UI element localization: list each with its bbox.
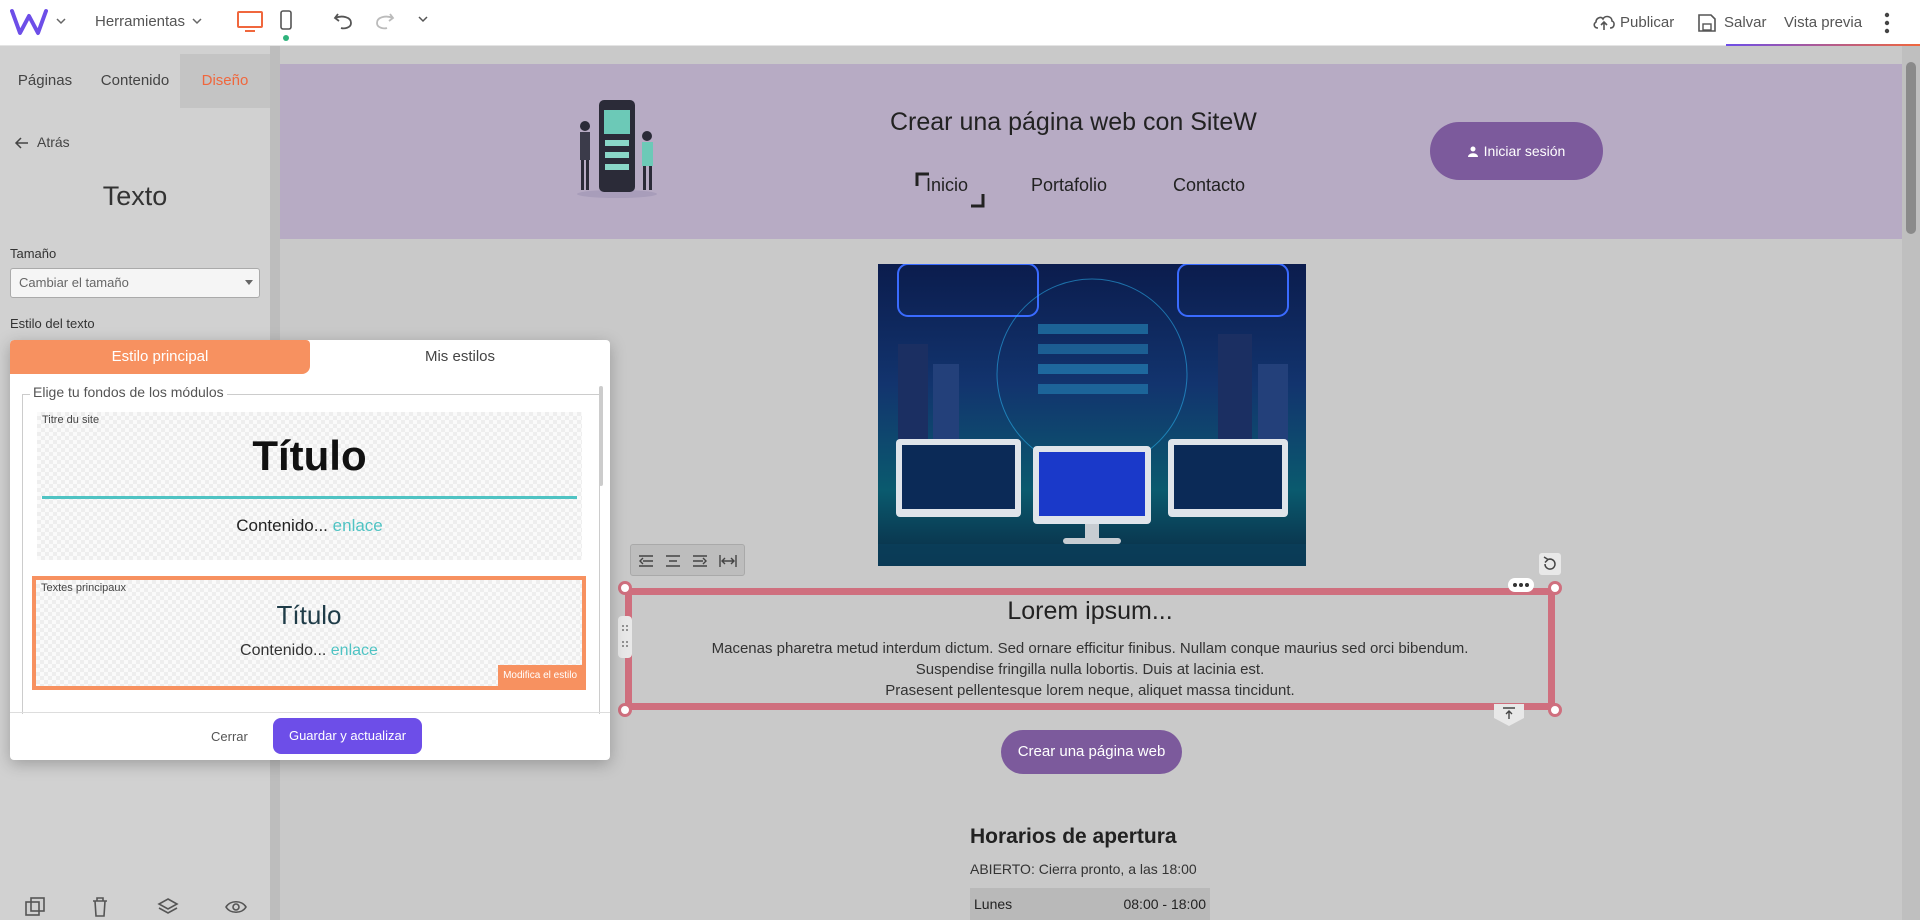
header-illustration-icon	[567, 96, 667, 205]
sitew-logo-icon[interactable]	[10, 8, 48, 36]
tab-content[interactable]: Contenido	[90, 54, 180, 108]
tools-menu-label[interactable]: Herramientas	[95, 13, 185, 30]
preview-button[interactable]: Vista previa	[1784, 14, 1862, 31]
text-line: Macenas pharetra metud interdum dictum. …	[711, 640, 1469, 657]
visibility-eye-icon[interactable]	[224, 898, 248, 916]
publish-cloud-icon[interactable]	[1592, 12, 1616, 32]
select-caret-icon	[245, 280, 253, 285]
layers-icon[interactable]	[157, 896, 179, 918]
progress-accent-line	[1726, 44, 1920, 46]
tab-main-style[interactable]: Estilo principal	[10, 340, 310, 374]
resize-handle-top-left[interactable]	[618, 581, 632, 595]
card-underline	[42, 496, 577, 499]
tab-my-styles[interactable]: Mis estilos	[310, 340, 610, 374]
redo-icon[interactable]	[372, 10, 396, 32]
login-label: Iniciar sesión	[1483, 143, 1566, 159]
nav-portafolio[interactable]: Portafolio	[1031, 175, 1107, 196]
resize-handle-bottom-right[interactable]	[1548, 703, 1562, 717]
tab-pages[interactable]: Páginas	[0, 54, 90, 108]
duplicate-icon[interactable]	[24, 896, 46, 918]
card-content: Contenido...	[236, 516, 328, 535]
desktop-view-icon[interactable]	[236, 10, 264, 34]
back-link[interactable]: Atrás	[37, 134, 70, 150]
text-line: Prasesent pellentesque lorem neque, aliq…	[885, 682, 1295, 699]
resize-handle-bottom-left[interactable]	[618, 703, 632, 717]
logo-menu-chevron-down-icon[interactable]	[55, 16, 67, 26]
tab-design[interactable]: Diseño	[180, 54, 270, 108]
history-chevron-down-icon[interactable]	[417, 14, 429, 24]
site-title[interactable]: Crear una página web con SiteW	[890, 108, 1257, 137]
nav-inicio[interactable]: Inicio	[926, 175, 968, 196]
hours-day: Lunes	[974, 896, 1013, 912]
hours-status: ABIERTO: Cierra pronto, a las 18:00	[970, 861, 1197, 877]
modal-scrollbar-thumb[interactable]	[599, 386, 603, 486]
close-button[interactable]: Cerrar	[211, 729, 248, 744]
card-content: Contenido...	[240, 642, 327, 659]
text-style-label: Estilo del texto	[10, 316, 95, 331]
save-floppy-icon[interactable]	[1697, 13, 1717, 33]
card-title: Título	[252, 432, 367, 479]
nav-contacto[interactable]: Contacto	[1173, 175, 1245, 196]
style-card-main-texts-selected[interactable]: Textes principaux Título Contenido... en…	[32, 576, 586, 690]
text-block-body[interactable]: Macenas pharetra metud interdum dictum. …	[632, 638, 1548, 701]
app-root: Herramientas Publicar Salvar Vista previ…	[0, 0, 1920, 920]
active-view-dot	[283, 35, 289, 41]
mobile-view-icon[interactable]	[279, 9, 293, 33]
user-icon	[1467, 123, 1478, 181]
publish-button[interactable]: Publicar	[1620, 14, 1674, 31]
text-align-toolbar	[630, 544, 745, 576]
panel-title: Texto	[102, 181, 168, 211]
card-title: Título	[276, 600, 342, 630]
size-label: Tamaño	[10, 246, 57, 261]
tools-chevron-down-icon[interactable]	[191, 16, 203, 26]
card-link: enlace	[332, 516, 383, 535]
size-select[interactable]: Cambiar el tamaño	[10, 268, 260, 298]
site-header: Crear una página web con SiteW Inicio Po…	[280, 64, 1902, 239]
hours-title: Horarios de apertura	[970, 825, 1177, 848]
align-right-icon[interactable]	[691, 553, 709, 569]
scrollbar-thumb[interactable]	[1906, 62, 1916, 234]
align-left-icon[interactable]	[637, 553, 655, 569]
hours-time: 08:00 - 18:00	[1123, 896, 1206, 912]
selected-text-block[interactable]: Lorem ipsum... Macenas pharetra metud in…	[625, 588, 1555, 710]
card-content-line: Contenido... enlace	[36, 642, 582, 660]
save-and-update-button[interactable]: Guardar y actualizar	[273, 718, 422, 754]
drag-grip-icon[interactable]	[618, 616, 632, 658]
style-picker-modal: Estilo principal Mis estilos Elige tu fo…	[10, 340, 610, 760]
more-options-kebab-icon[interactable]	[1884, 12, 1890, 34]
resize-handle-top-right[interactable]	[1548, 581, 1562, 595]
cta-create-site-button[interactable]: Crear una página web	[1001, 730, 1182, 774]
canvas-scrollbar[interactable]	[1902, 46, 1920, 920]
justify-stretch-icon[interactable]	[718, 553, 738, 569]
undo-icon[interactable]	[332, 10, 356, 32]
vertical-align-icon[interactable]	[1494, 704, 1524, 726]
align-center-icon[interactable]	[664, 553, 682, 569]
reset-rotate-icon[interactable]	[1539, 553, 1561, 575]
card-content-line: Contenido... enlace	[37, 516, 582, 536]
style-card-site-title[interactable]: Titre du site Título Contenido... enlace	[37, 412, 582, 560]
block-more-options-icon[interactable]	[1508, 578, 1534, 592]
modify-style-button[interactable]: Modifica el estilo	[498, 665, 582, 686]
save-button[interactable]: Salvar	[1724, 14, 1767, 31]
hours-row: Lunes 08:00 - 18:00	[970, 888, 1210, 920]
top-toolbar: Herramientas Publicar Salvar Vista previ…	[0, 0, 1920, 46]
back-arrow-icon[interactable]	[14, 136, 30, 150]
hero-city-computers-image[interactable]	[878, 264, 1306, 566]
card-label: Textes principaux	[41, 582, 126, 594]
text-block-heading[interactable]: Lorem ipsum...	[632, 597, 1548, 626]
trash-icon[interactable]	[91, 896, 109, 918]
card-link: enlace	[330, 642, 378, 659]
size-select-value: Cambiar el tamaño	[19, 275, 129, 290]
modal-footer-divider	[10, 712, 610, 713]
sidebar-tabs: Páginas Contenido Diseño	[0, 54, 270, 108]
login-button[interactable]: Iniciar sesión	[1430, 122, 1603, 180]
card-label: Titre du site	[42, 414, 100, 426]
fieldset-legend: Elige tu fondos de los módulos	[30, 384, 227, 400]
text-line: Suspendise fringilla nulla lobortis. Dui…	[915, 661, 1265, 678]
